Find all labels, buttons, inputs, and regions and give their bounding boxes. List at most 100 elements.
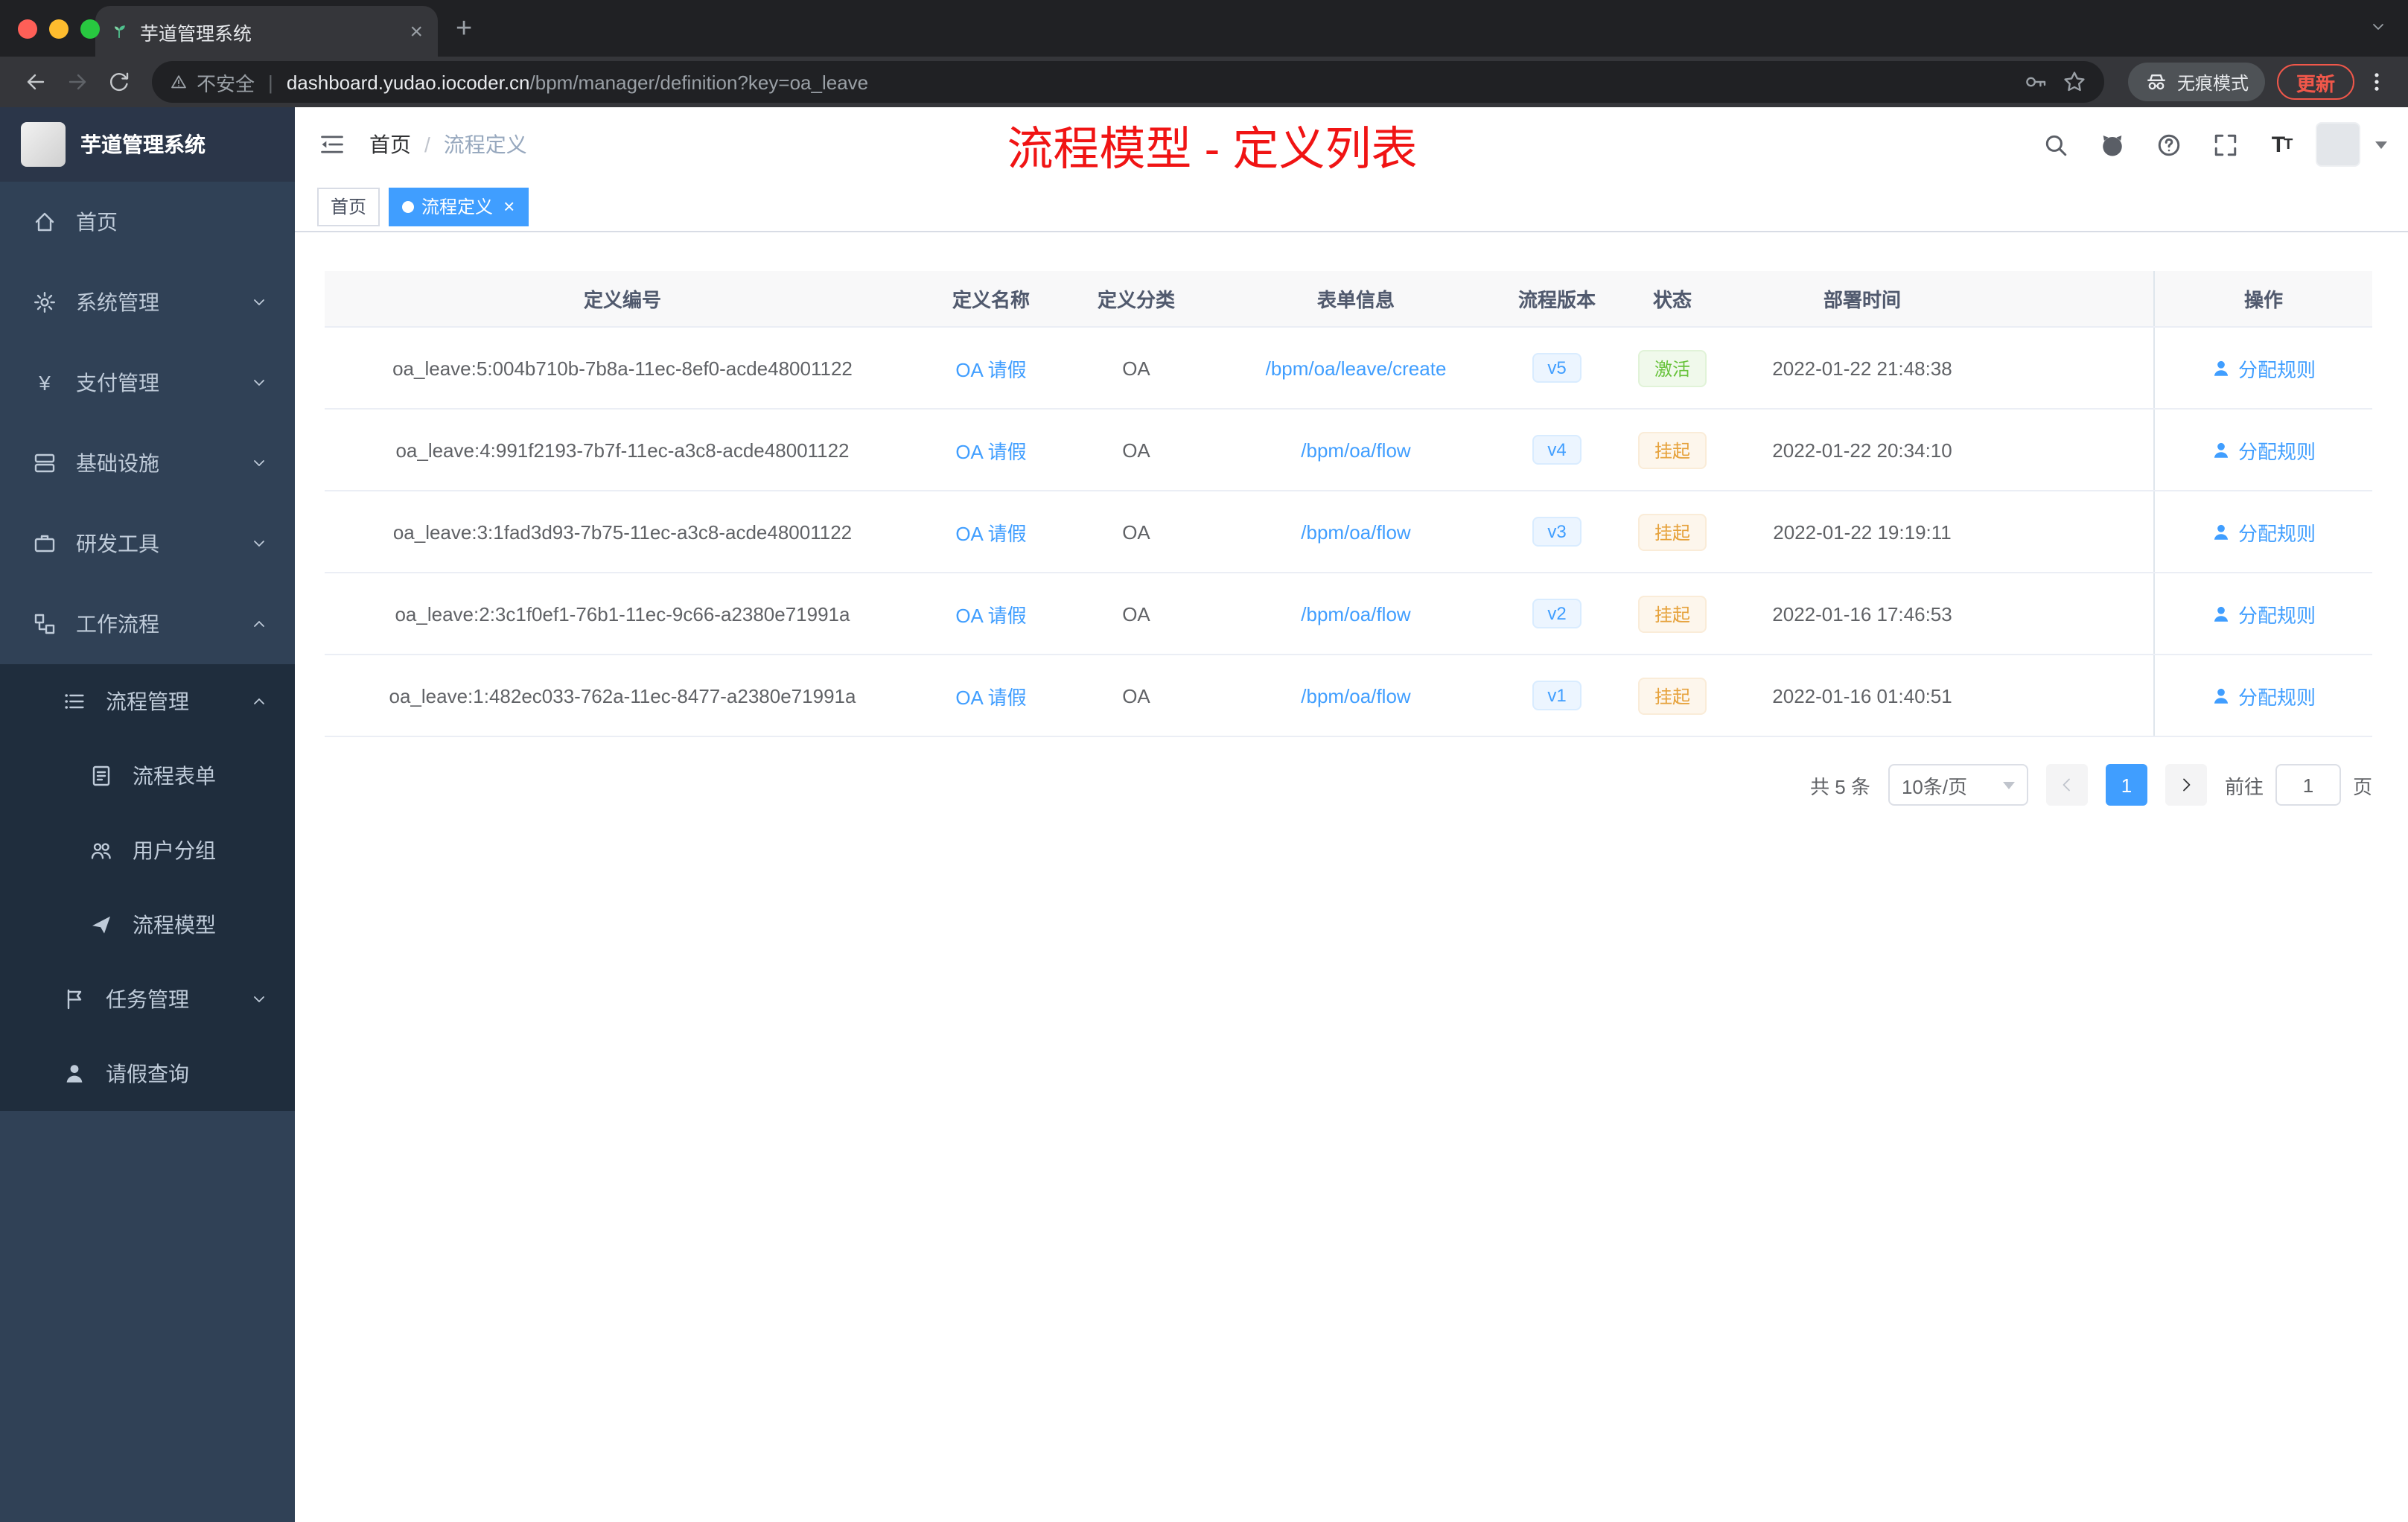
definition-name-link[interactable]: OA 请假 — [920, 599, 1062, 628]
logo-avatar — [21, 122, 66, 167]
definition-category: OA — [1122, 439, 1150, 461]
sidebar-item-devtools[interactable]: 研发工具 — [0, 503, 295, 584]
pagination: 共 5 条 10条/页 1 前往 页 — [325, 764, 2372, 806]
definition-name-link[interactable]: OA 请假 — [920, 681, 1062, 710]
deploy-time: 2022-01-22 21:48:38 — [1772, 357, 1952, 379]
list-icon — [65, 694, 84, 709]
workflow-icon — [34, 614, 55, 634]
font-size-icon[interactable]: TT — [2259, 122, 2304, 167]
user-avatar[interactable] — [2316, 122, 2360, 167]
form-link[interactable]: /bpm/oa/leave/create — [1211, 357, 1501, 379]
tab-close-icon[interactable]: × — [410, 20, 423, 42]
form-link[interactable]: /bpm/oa/flow — [1211, 439, 1501, 461]
chevron-down-icon — [254, 299, 264, 305]
select-caret-icon — [2002, 781, 2015, 789]
url-domain: dashboard.yudao.iocoder.cn — [286, 71, 530, 93]
assign-rule-link[interactable]: 分配规则 — [2211, 436, 2316, 464]
column-header-name: 定义名称 — [952, 289, 1030, 311]
assign-rule-link[interactable]: 分配规则 — [2211, 599, 2316, 628]
chevron-down-icon — [254, 460, 264, 466]
tab-search-icon[interactable] — [2369, 16, 2387, 43]
sidebar-item-user-group[interactable]: 用户分组 — [0, 813, 295, 888]
new-tab-button[interactable]: + — [456, 13, 472, 46]
form-link[interactable]: /bpm/oa/flow — [1211, 520, 1501, 543]
yen-icon: ¥ — [39, 371, 51, 395]
flag-icon — [67, 989, 82, 1010]
sidebar-item-workflow[interactable]: 工作流程 — [0, 584, 295, 664]
table-header-row: 定义编号 定义名称 定义分类 表单信息 流程版本 状态 部署时间 操作 — [325, 271, 2372, 328]
annotation-overlay-text: 流程模型 - 定义列表 — [1007, 123, 1418, 175]
forward-button[interactable] — [57, 61, 98, 103]
next-page-button[interactable] — [2165, 764, 2207, 806]
sidebar-item-payment[interactable]: ¥ 支付管理 — [0, 343, 295, 423]
reload-button[interactable] — [98, 61, 140, 103]
sidebar-item-task-management[interactable]: 任务管理 — [0, 962, 295, 1037]
table-row: oa_leave:1:482ec033-762a-11ec-8477-a2380… — [325, 655, 2372, 737]
user-icon — [2214, 442, 2229, 457]
column-header-category: 定义分类 — [1097, 289, 1175, 311]
sidebar-item-system[interactable]: 系统管理 — [0, 262, 295, 343]
page-size-select[interactable]: 10条/页 — [1888, 764, 2028, 806]
toolbox-icon — [34, 535, 55, 553]
definition-category: OA — [1122, 357, 1150, 379]
sidebar-toggle-icon[interactable] — [295, 107, 369, 182]
sidebar-item-process-management[interactable]: 流程管理 — [0, 664, 295, 739]
definition-name-link[interactable]: OA 请假 — [920, 436, 1062, 464]
url-text: dashboard.yudao.iocoder.cn/bpm/manager/d… — [287, 71, 868, 93]
goto-page-input[interactable] — [2275, 764, 2341, 806]
help-icon[interactable] — [2146, 122, 2191, 167]
sidebar-item-leave-query[interactable]: 请假查询 — [0, 1037, 295, 1111]
close-window-button[interactable] — [18, 19, 37, 39]
fullscreen-icon[interactable] — [2202, 122, 2247, 167]
definition-category: OA — [1122, 684, 1150, 707]
tab-favicon — [115, 25, 125, 39]
bookmark-star-icon[interactable] — [2063, 70, 2086, 94]
chevron-up-icon — [254, 621, 264, 627]
definition-name-link[interactable]: OA 请假 — [920, 518, 1062, 546]
tag-process-definition[interactable]: 流程定义 × — [389, 187, 529, 226]
avatar-dropdown-caret-icon[interactable] — [2375, 141, 2387, 148]
url-divider: | — [268, 71, 273, 93]
chrome-update-button[interactable]: 更新 — [2276, 64, 2354, 100]
browser-tab[interactable]: 芋道管理系统 × — [95, 6, 438, 57]
sidebar-item-home[interactable]: 首页 — [0, 182, 295, 262]
form-link[interactable]: /bpm/oa/flow — [1211, 602, 1501, 625]
breadcrumb: 首页 / 流程定义 — [369, 130, 527, 159]
address-bar[interactable]: 不安全 | dashboard.yudao.iocoder.cn/bpm/man… — [152, 61, 2104, 103]
deploy-time: 2022-01-22 19:19:11 — [1773, 520, 1952, 543]
sidebar-item-infrastructure[interactable]: 基础设施 — [0, 423, 295, 503]
deploy-time: 2022-01-16 17:46:53 — [1772, 602, 1952, 625]
github-icon[interactable] — [2089, 122, 2134, 167]
breadcrumb-home[interactable]: 首页 — [369, 130, 411, 159]
document-icon — [92, 765, 110, 786]
minimize-window-button[interactable] — [49, 19, 69, 39]
incognito-label: 无痕模式 — [2176, 72, 2249, 93]
deploy-time: 2022-01-16 01:40:51 — [1772, 684, 1952, 707]
page-number-button[interactable]: 1 — [2105, 764, 2147, 806]
user-group-icon — [91, 843, 111, 859]
form-link[interactable]: /bpm/oa/flow — [1211, 684, 1501, 707]
search-icon[interactable] — [2033, 122, 2077, 167]
status-badge: 挂起 — [1637, 513, 1707, 550]
back-button[interactable] — [15, 61, 57, 103]
app-logo: 芋道管理系统 — [0, 107, 295, 182]
sidebar-item-process-model[interactable]: 流程模型 — [0, 888, 295, 962]
sidebar-item-process-form[interactable]: 流程表单 — [0, 739, 295, 813]
browser-menu-icon[interactable] — [2360, 61, 2393, 103]
column-header-form: 表单信息 — [1316, 289, 1395, 311]
tag-close-icon[interactable]: × — [503, 197, 515, 216]
prev-page-button[interactable] — [2045, 764, 2088, 806]
header-actions: TT — [2033, 122, 2408, 167]
tag-home[interactable]: 首页 — [317, 187, 380, 226]
tags-view: 首页 流程定义 × — [295, 182, 2408, 232]
assign-rule-link[interactable]: 分配规则 — [2211, 681, 2316, 710]
definition-category: OA — [1122, 520, 1150, 543]
assign-rule-link[interactable]: 分配规则 — [2211, 518, 2316, 546]
assign-rule-link[interactable]: 分配规则 — [2211, 354, 2316, 382]
zoom-window-button[interactable] — [80, 19, 100, 39]
user-icon — [66, 1065, 83, 1083]
column-header-deploy-time: 部署时间 — [1823, 289, 1901, 311]
main-content: 定义编号 定义名称 定义分类 表单信息 流程版本 状态 部署时间 操作 oa_l… — [295, 232, 2408, 1522]
password-key-icon[interactable] — [2024, 70, 2048, 94]
definition-name-link[interactable]: OA 请假 — [920, 354, 1062, 382]
